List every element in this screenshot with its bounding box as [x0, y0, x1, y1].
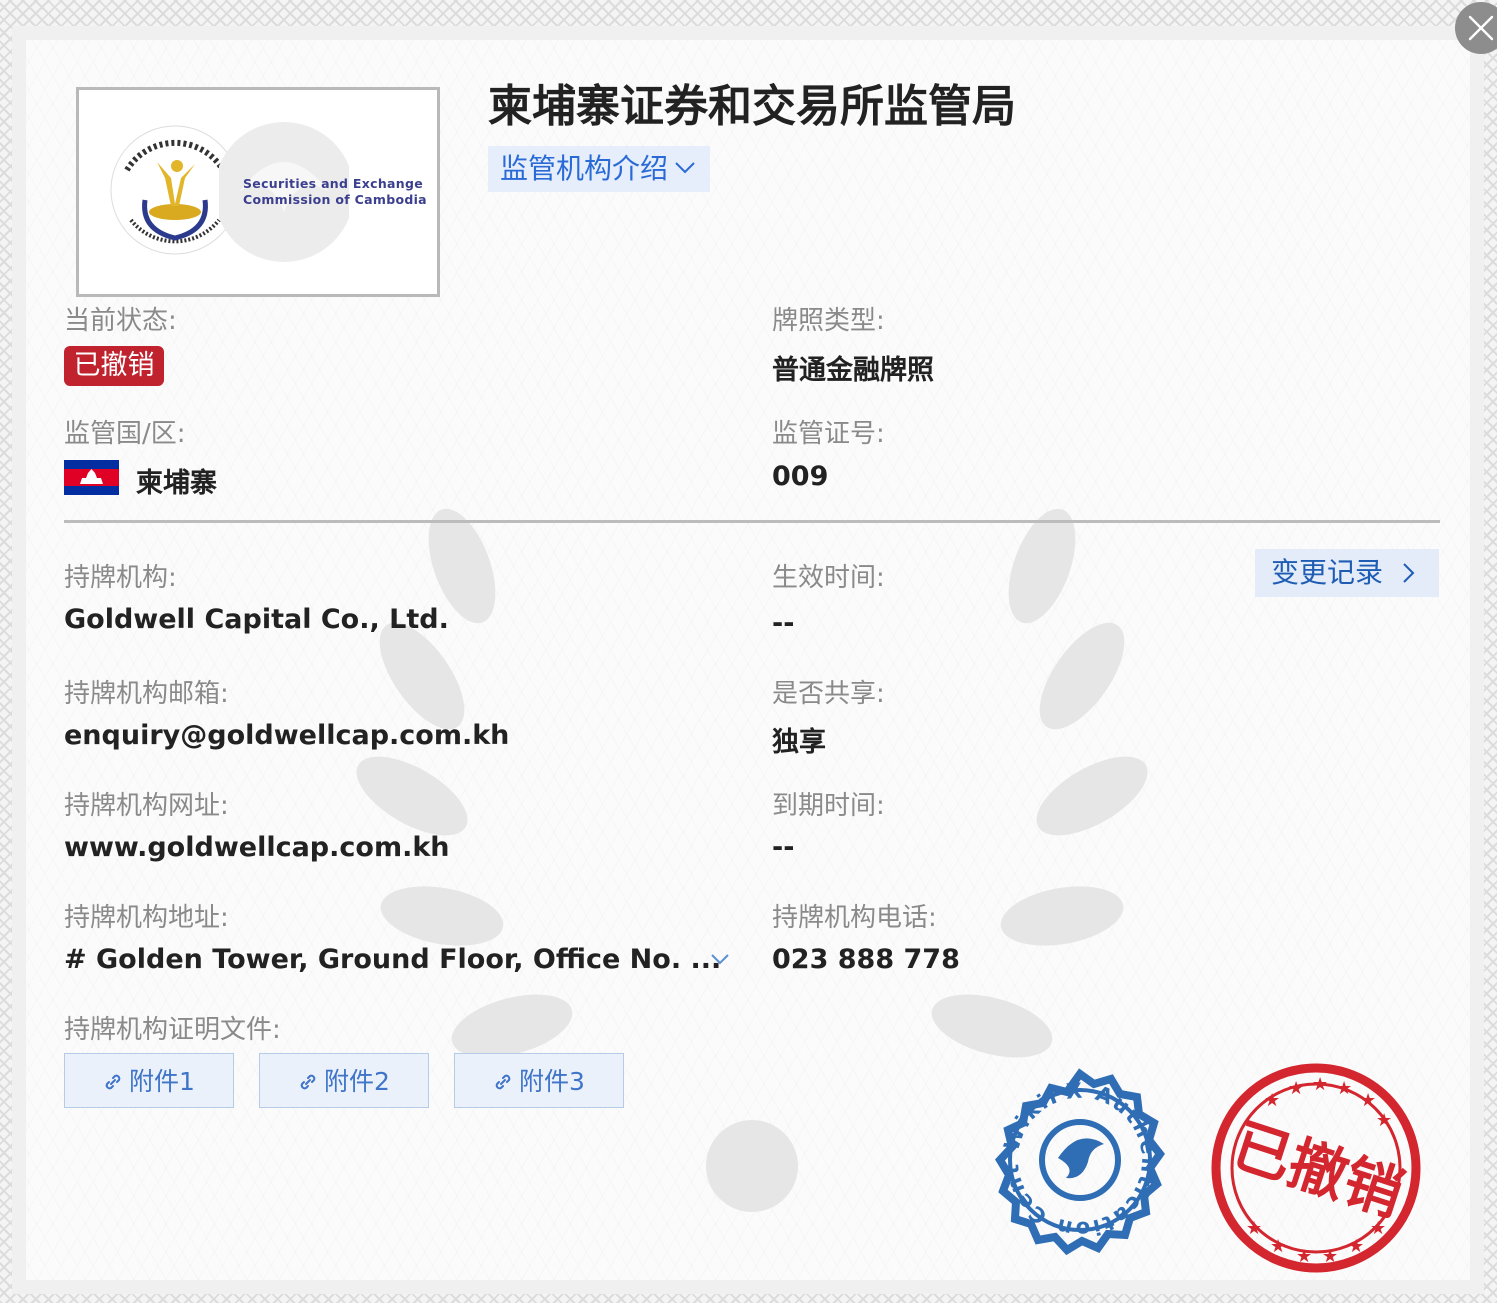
revoked-seal: ★★ ★ ★★★ ★★ ★ ★ ★★ 已撤销 — [1211, 1063, 1421, 1273]
status-badge: 已撤销 — [64, 346, 164, 386]
svg-text:★: ★ — [1288, 1078, 1304, 1099]
svg-text:★: ★ — [1376, 1110, 1392, 1131]
regulator-logo: Securities and Exchange Commission of Ca… — [76, 87, 440, 297]
email-value: enquiry@goldwellcap.com.kh — [64, 720, 510, 751]
phone-label: 持牌机构电话: — [772, 903, 937, 933]
effective-date-value: -- — [772, 608, 795, 639]
documents-label: 持牌机构证明文件: — [64, 1015, 281, 1045]
license-type-value: 普通金融牌照 — [772, 355, 934, 386]
regulator-intro-label: 监管机构介绍 — [500, 152, 669, 185]
shared-label: 是否共享: — [772, 679, 885, 709]
wikifx-authentication-seal: WikiFX Authentication Center — [978, 1058, 1165, 1256]
license-no-label: 监管证号: — [772, 419, 885, 449]
svg-text:★: ★ — [1246, 1218, 1262, 1239]
svg-text:★: ★ — [1360, 1090, 1376, 1111]
email-label: 持牌机构邮箱: — [64, 679, 229, 709]
logo-text: Securities and Exchange Commission of Ca… — [243, 176, 427, 208]
section-divider — [64, 520, 1440, 523]
attachment-3-button[interactable]: 附件3 — [454, 1053, 624, 1108]
link-icon — [105, 1074, 121, 1090]
svg-text:★: ★ — [1264, 1090, 1280, 1111]
institution-value: Goldwell Capital Co., Ltd. — [64, 604, 449, 635]
regulator-title: 柬埔寨证券和交易所监管局 — [488, 81, 1016, 132]
address-label: 持牌机构地址: — [64, 903, 229, 933]
shared-value: 独享 — [772, 727, 826, 758]
address-value: # Golden Tower, Ground Floor, Office No.… — [64, 944, 722, 975]
license-type-label: 牌照类型: — [772, 306, 885, 336]
status-label: 当前状态: — [64, 306, 177, 336]
attachment-3-label: 附件3 — [519, 1067, 585, 1096]
attachment-1-label: 附件1 — [129, 1067, 195, 1096]
link-icon — [300, 1074, 316, 1090]
website-label: 持牌机构网址: — [64, 791, 229, 821]
attachment-1-button[interactable]: 附件1 — [64, 1053, 234, 1108]
logo-line2: Commission of Cambodia — [243, 192, 427, 207]
effective-date-label: 生效时间: — [772, 563, 885, 593]
region-value: 柬埔寨 — [136, 468, 217, 499]
institution-label: 持牌机构: — [64, 563, 177, 593]
regulator-intro-button[interactable]: 监管机构介绍 — [488, 146, 710, 192]
close-icon — [1468, 15, 1494, 41]
link-icon — [495, 1074, 511, 1090]
svg-text:★: ★ — [1348, 1236, 1364, 1257]
svg-text:★: ★ — [1312, 1074, 1328, 1095]
expiry-date-value: -- — [772, 832, 795, 863]
region-label: 监管国/区: — [64, 419, 186, 449]
attachment-2-label: 附件2 — [324, 1067, 390, 1096]
chevron-right-icon — [1403, 563, 1415, 583]
expiry-date-label: 到期时间: — [772, 791, 885, 821]
attachment-2-button[interactable]: 附件2 — [259, 1053, 429, 1108]
address-expand-chevron-icon[interactable] — [710, 952, 730, 966]
svg-text:★: ★ — [1296, 1246, 1312, 1267]
svg-text:★: ★ — [1322, 1246, 1338, 1267]
phone-value: 023 888 778 — [772, 944, 960, 975]
svg-text:★: ★ — [1336, 1078, 1352, 1099]
license-no-value: 009 — [772, 461, 829, 492]
change-history-label: 变更记录 — [1271, 556, 1384, 589]
logo-line1: Securities and Exchange — [243, 176, 423, 191]
cambodia-flag-icon — [64, 460, 119, 495]
website-value: www.goldwellcap.com.kh — [64, 832, 450, 863]
change-history-button[interactable]: 变更记录 — [1255, 549, 1439, 597]
svg-text:★: ★ — [1270, 1236, 1286, 1257]
chevron-down-icon — [675, 162, 695, 174]
